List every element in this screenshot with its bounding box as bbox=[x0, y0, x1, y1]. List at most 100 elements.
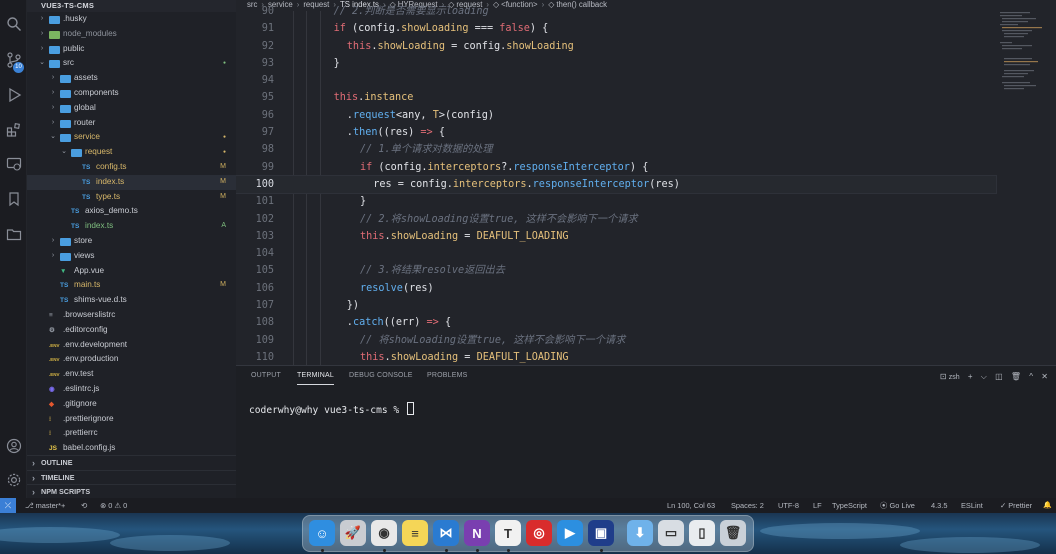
terminal-output[interactable]: coderwhy@why vue3-ts-cms % bbox=[249, 402, 414, 416]
encoding[interactable]: UTF-8 bbox=[778, 498, 799, 513]
end-of-line[interactable]: LF bbox=[813, 498, 822, 513]
code-line[interactable]: 101} bbox=[236, 193, 996, 210]
cursor-position[interactable]: Ln 100, Col 63 bbox=[667, 498, 715, 513]
tree-file[interactable]: ≡ .browserslistrc bbox=[27, 308, 236, 323]
tree-file[interactable]: TS index.ts M bbox=[27, 174, 236, 190]
tree-file[interactable]: .ENV .env.development bbox=[27, 338, 236, 353]
dock-app-vscode[interactable]: ⋈ bbox=[433, 520, 459, 546]
tree-file[interactable]: .ENV .env.test bbox=[27, 367, 236, 382]
code-line[interactable]: 93} bbox=[236, 55, 996, 72]
timeline-section[interactable]: TIMELINE bbox=[27, 469, 236, 484]
code-line[interactable]: 105 // 3.将结果resolve返回出去 bbox=[236, 262, 996, 279]
chevron-down-icon[interactable]: ⌄ bbox=[49, 130, 57, 145]
tree-folder[interactable]: ⌄ src ● bbox=[27, 56, 236, 71]
eslint-status[interactable]: ESLint bbox=[961, 498, 983, 513]
tree-file[interactable]: TS index.ts A bbox=[27, 219, 236, 234]
tree-folder[interactable]: ⌄ request ● bbox=[27, 145, 236, 160]
kill-terminal-icon[interactable]: 🗑 bbox=[1011, 372, 1021, 381]
code-line[interactable]: 97 .then((res) => { bbox=[236, 124, 996, 141]
dock-app-video-player[interactable]: ▶ bbox=[557, 520, 583, 546]
tree-file[interactable]: TS type.ts M bbox=[27, 190, 236, 205]
dock-app-document-stack[interactable]: ▯ bbox=[689, 520, 715, 546]
search-icon[interactable] bbox=[4, 14, 23, 33]
terminal-dropdown-icon[interactable]: ⌵ bbox=[981, 372, 987, 381]
tree-folder[interactable]: › store bbox=[27, 234, 236, 249]
tree-file[interactable]: TS axios_demo.ts bbox=[27, 204, 236, 219]
tree-file[interactable]: TS main.ts M bbox=[27, 278, 236, 293]
tree-folder[interactable]: › .husky bbox=[27, 12, 236, 27]
code-line[interactable]: 92 this.showLoading = config.showLoading bbox=[236, 38, 996, 55]
tab-debug-console[interactable]: DEBUG CONSOLE bbox=[349, 372, 413, 379]
tab-terminal[interactable]: TERMINAL bbox=[297, 372, 334, 385]
sync-icon[interactable]: ⟲ bbox=[81, 498, 87, 513]
chevron-right-icon[interactable]: › bbox=[49, 234, 57, 249]
tree-folder[interactable]: › router bbox=[27, 116, 236, 131]
dock-app-onenote[interactable]: N bbox=[464, 520, 490, 546]
code-line[interactable]: 109 // 将showLoading设置true, 这样不会影响下一个请求 bbox=[236, 332, 996, 349]
run-debug-icon[interactable] bbox=[4, 85, 23, 104]
tree-folder[interactable]: ⌄ service ● bbox=[27, 130, 236, 145]
tree-folder[interactable]: › public bbox=[27, 42, 236, 57]
code-line[interactable]: 110 this.showLoading = DEAFULT_LOADING bbox=[236, 349, 996, 365]
chevron-right-icon[interactable]: › bbox=[49, 86, 57, 101]
code-line[interactable]: 90 // 2.判断是否需要显示loading bbox=[236, 3, 996, 20]
code-line[interactable]: 95 this.instance bbox=[236, 89, 996, 106]
tab-problems[interactable]: PROBLEMS bbox=[427, 372, 468, 379]
ts-version[interactable]: 4.3.5 bbox=[931, 498, 947, 513]
code-line[interactable]: 104 bbox=[236, 245, 996, 262]
tree-file[interactable]: ⁝ .prettierignore bbox=[27, 412, 236, 427]
notifications-icon[interactable]: 🔔 bbox=[1043, 498, 1052, 513]
chevron-right-icon[interactable]: › bbox=[38, 27, 46, 42]
dock-app-screenshot-stack[interactable]: ▭ bbox=[658, 520, 684, 546]
tree-file[interactable]: TS config.ts M bbox=[27, 160, 236, 175]
code-line[interactable]: 102 // 2.将showLoading设置true, 这样不会影响下一个请求 bbox=[236, 211, 996, 228]
problems-indicator[interactable]: ⊗ 0 ⚠ 0 bbox=[100, 498, 127, 513]
account-icon[interactable] bbox=[4, 436, 23, 455]
chevron-down-icon[interactable]: ⌄ bbox=[38, 56, 46, 71]
tree-folder[interactable]: › node_modules bbox=[27, 27, 236, 42]
outline-section[interactable]: OUTLINE bbox=[27, 455, 236, 470]
tab-output[interactable]: OUTPUT bbox=[251, 372, 281, 379]
npm-scripts-section[interactable]: NPM SCRIPTS bbox=[27, 484, 236, 499]
maximize-panel-icon[interactable]: ^ bbox=[1029, 372, 1033, 381]
chevron-right-icon[interactable]: › bbox=[49, 101, 57, 116]
close-panel-icon[interactable]: ✕ bbox=[1041, 372, 1048, 381]
code-line[interactable]: 106 resolve(res) bbox=[236, 280, 996, 297]
dock-app-chrome[interactable]: ◉ bbox=[371, 520, 397, 546]
git-branch[interactable]: ⎇ master*+ bbox=[25, 498, 65, 513]
indentation[interactable]: Spaces: 2 bbox=[731, 498, 764, 513]
code-line[interactable]: 99 if (config.interceptors?.responseInter… bbox=[236, 159, 996, 176]
dock-app-downloads-folder[interactable]: ⬇ bbox=[627, 520, 653, 546]
code-line[interactable]: 98 // 1.单个请求对数据的处理 bbox=[236, 141, 996, 158]
code-line[interactable]: 103 this.showLoading = DEAFULT_LOADING bbox=[236, 228, 996, 245]
tree-file[interactable]: .ENV .env.production bbox=[27, 352, 236, 367]
tree-folder[interactable]: › views bbox=[27, 249, 236, 264]
code-editor[interactable]: src › service › request › TS index.ts › ◇ HYRequ… bbox=[236, 0, 1056, 365]
split-terminal-icon[interactable]: ◫ bbox=[995, 372, 1003, 381]
go-live-button[interactable]: ⦿ Go Live bbox=[880, 498, 915, 513]
new-terminal-button[interactable]: + bbox=[968, 372, 973, 381]
chevron-down-icon[interactable]: ⌄ bbox=[60, 145, 68, 160]
tree-file[interactable]: ▼ App.vue bbox=[27, 264, 236, 279]
folder-icon[interactable] bbox=[4, 224, 23, 243]
dock-app-screenflow[interactable]: ▣ bbox=[588, 520, 614, 546]
dock-app-finder[interactable]: ☺ bbox=[309, 520, 335, 546]
tree-file[interactable]: TS shims-vue.d.ts bbox=[27, 293, 236, 308]
tree-file[interactable]: ⁝ .prettierrc bbox=[27, 426, 236, 441]
chevron-right-icon[interactable]: › bbox=[49, 249, 57, 264]
bookmarks-icon[interactable] bbox=[4, 189, 23, 208]
code-line[interactable]: 107}) bbox=[236, 297, 996, 314]
minimap[interactable] bbox=[996, 10, 1056, 100]
remote-explorer-icon[interactable] bbox=[4, 154, 23, 173]
chevron-right-icon[interactable]: › bbox=[38, 42, 46, 57]
code-line[interactable]: 94 bbox=[236, 72, 996, 89]
code-line[interactable]: 96 .request<any, T>(config) bbox=[236, 107, 996, 124]
tree-file[interactable]: JS babel.config.js bbox=[27, 441, 236, 456]
code-line[interactable]: 108 .catch((err) => { bbox=[236, 314, 996, 331]
dock-app-typora[interactable]: T bbox=[495, 520, 521, 546]
chevron-right-icon[interactable]: › bbox=[49, 116, 57, 131]
chevron-right-icon[interactable]: › bbox=[49, 71, 57, 86]
extensions-icon[interactable] bbox=[4, 120, 23, 139]
explorer-title[interactable]: VUE3-TS-CMS bbox=[27, 0, 236, 12]
tree-folder[interactable]: › global bbox=[27, 101, 236, 116]
